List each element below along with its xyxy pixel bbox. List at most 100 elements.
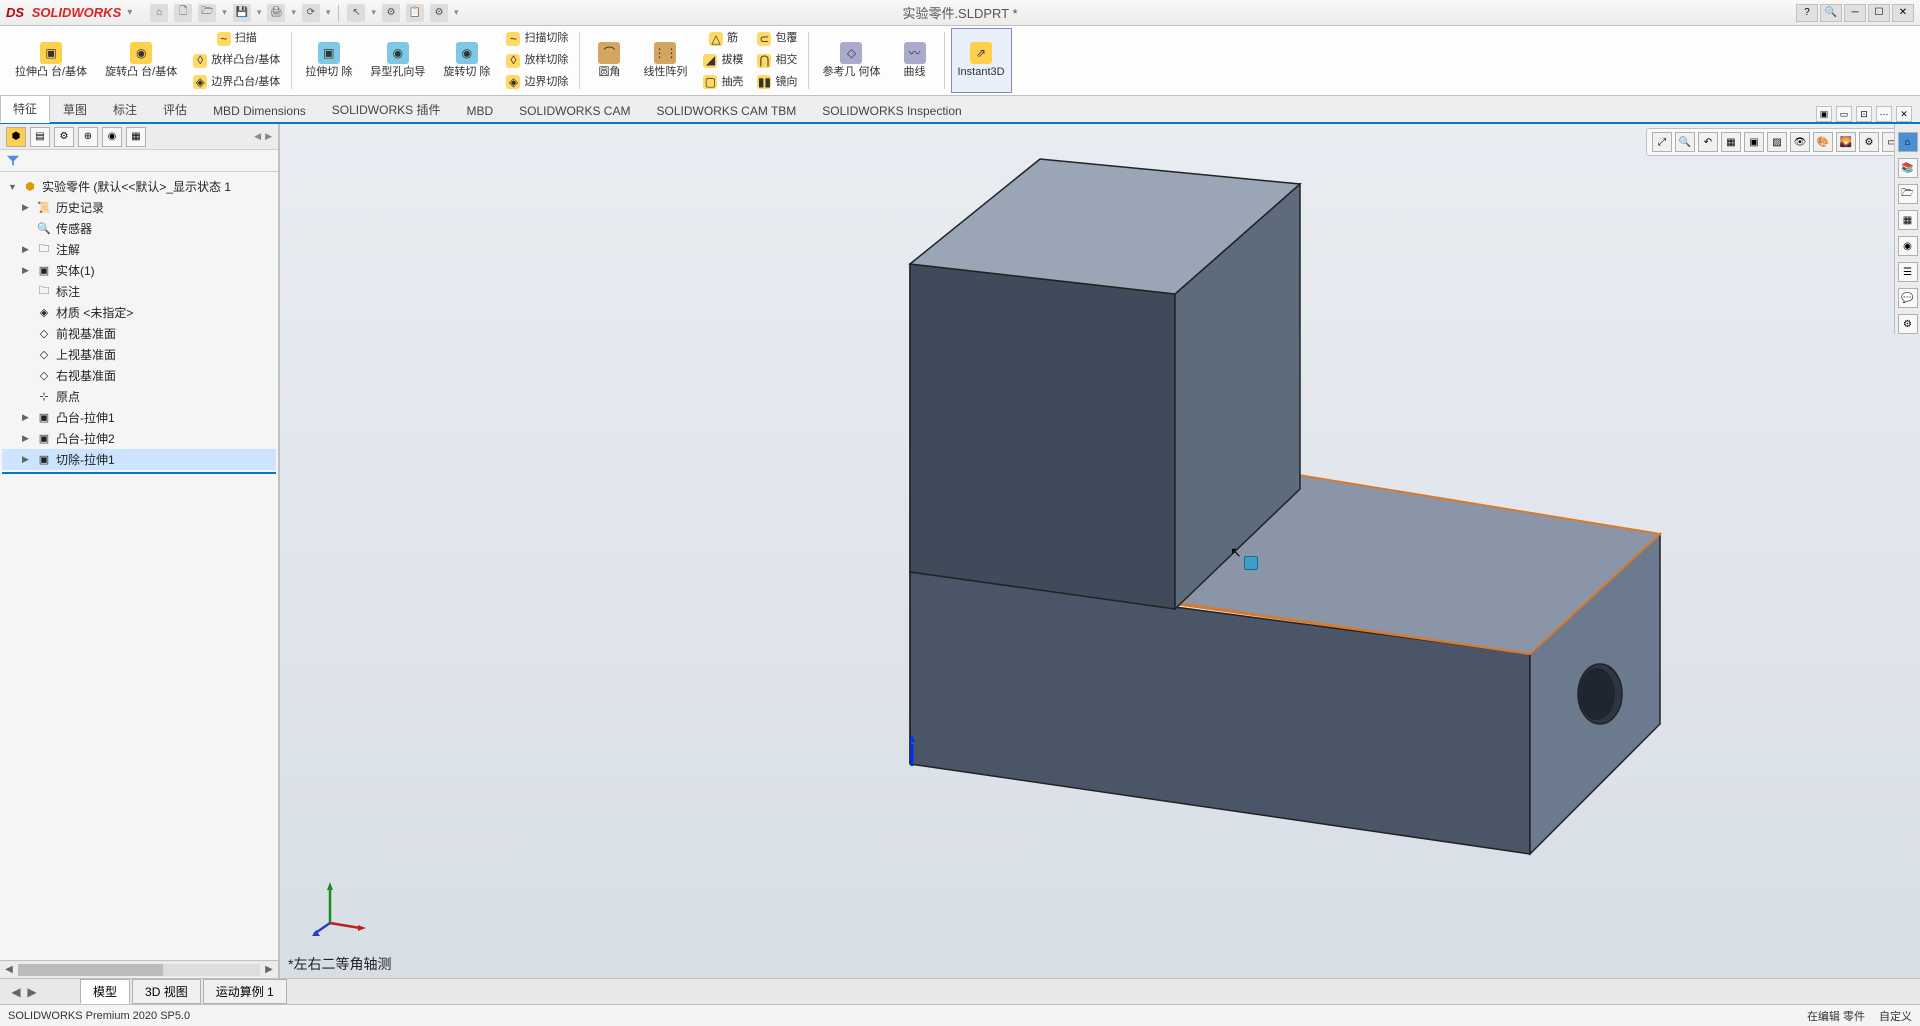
tree-item[interactable]: ▶🗀注解 xyxy=(2,239,276,260)
bottom-tab-model[interactable]: 模型 xyxy=(80,979,130,1004)
refgeo-button[interactable]: ◇参考几 何体 xyxy=(815,28,887,93)
tree-item[interactable]: ◇右视基准面 xyxy=(2,365,276,386)
tab-dimension[interactable]: 标注 xyxy=(100,96,150,122)
sweep-cut-button[interactable]: ~扫描切除 xyxy=(501,28,573,50)
tab-inspection[interactable]: SOLIDWORKS Inspection xyxy=(809,99,974,122)
tab-collapse-icon[interactable]: ▭ xyxy=(1836,106,1852,122)
edit-appearance-icon[interactable]: 🎨 xyxy=(1813,132,1833,152)
tree-item[interactable]: ▶▣凸台-拉伸2 xyxy=(2,428,276,449)
cam-tree-tab-icon[interactable]: ▦ xyxy=(126,127,146,147)
tab-sketch[interactable]: 草图 xyxy=(50,96,100,122)
view-orientation-icon[interactable]: ▣ xyxy=(1744,132,1764,152)
forum-icon[interactable]: 💬 xyxy=(1898,288,1918,308)
resources-tab-icon[interactable]: ⌂ xyxy=(1898,132,1918,152)
3d-model[interactable] xyxy=(600,154,1700,914)
tools-icon[interactable]: 📋 xyxy=(406,4,424,22)
tree-item[interactable]: ◈材质 <未指定> xyxy=(2,302,276,323)
zoom-fit-icon[interactable]: ⤢ xyxy=(1652,132,1672,152)
mirror-button[interactable]: ▮▮镜向 xyxy=(752,71,802,93)
tree-root[interactable]: ▼⬢ 实验零件 (默认<<默认>_显示状态 1 xyxy=(2,176,276,197)
hole-wizard-button[interactable]: ◉异型孔向导 xyxy=(363,28,432,93)
curves-button[interactable]: 〰曲线 xyxy=(892,28,938,93)
sidebar-scrollbar[interactable]: ◀ ▶ xyxy=(0,960,278,978)
tab-cam[interactable]: SOLIDWORKS CAM xyxy=(506,99,643,122)
file-explorer-icon[interactable]: 🗁 xyxy=(1898,184,1918,204)
fillet-button[interactable]: ⌒圆角 xyxy=(586,28,632,93)
loft-cut-button[interactable]: ◊放样切除 xyxy=(501,50,573,72)
appearances-icon[interactable]: ◉ xyxy=(1898,236,1918,256)
view-settings-icon[interactable]: ⚙ xyxy=(1859,132,1879,152)
tab-features[interactable]: 特征 xyxy=(0,95,50,123)
feature-tree[interactable]: ▼⬢ 实验零件 (默认<<默认>_显示状态 1 ▶📜历史记录🔍传感器▶🗀注解▶▣… xyxy=(0,172,278,960)
view-palette-icon[interactable]: ▦ xyxy=(1898,210,1918,230)
boundary-cut-button[interactable]: ◈边界切除 xyxy=(501,71,573,93)
rib-button[interactable]: △筋 xyxy=(698,28,748,50)
intersect-button[interactable]: ⋂相交 xyxy=(752,50,802,72)
tab-addins[interactable]: SOLIDWORKS 插件 xyxy=(319,96,454,122)
tree-item[interactable]: 🔍传感器 xyxy=(2,218,276,239)
feature-tree-tab-icon[interactable]: ⬢ xyxy=(6,127,26,147)
dropdown-icon[interactable]: ▾ xyxy=(127,7,132,18)
tree-item[interactable]: ◇上视基准面 xyxy=(2,344,276,365)
instant3d-button[interactable]: ⇗Instant3D xyxy=(951,28,1012,93)
zoom-area-icon[interactable]: 🔍 xyxy=(1675,132,1695,152)
sidebar-next-icon[interactable]: ▶ xyxy=(265,131,272,142)
scroll-left-icon[interactable]: ◀ xyxy=(0,964,18,975)
revolve-boss-button[interactable]: ◉旋转凸 台/基体 xyxy=(98,28,184,93)
tree-item[interactable]: ▶▣切除-拉伸1 xyxy=(2,449,276,470)
shell-button[interactable]: ▢抽壳 xyxy=(698,71,748,93)
scroll-right-icon[interactable]: ▶ xyxy=(260,964,278,975)
open-icon[interactable]: 🗁 xyxy=(198,4,216,22)
tree-item[interactable]: ⊹原点 xyxy=(2,386,276,407)
maximize-button[interactable]: ☐ xyxy=(1868,4,1890,22)
tab-mbd[interactable]: MBD xyxy=(453,99,506,122)
new-icon[interactable]: 🗋 xyxy=(174,4,192,22)
select-icon[interactable]: ↖ xyxy=(347,4,365,22)
orientation-triad[interactable] xyxy=(310,878,370,938)
bottom-tab-motion[interactable]: 运动算例 1 xyxy=(203,979,287,1004)
config-manager-tab-icon[interactable]: ⚙ xyxy=(54,127,74,147)
hide-show-icon[interactable]: 👁 xyxy=(1790,132,1810,152)
options-icon[interactable]: ⚙ xyxy=(382,4,400,22)
boss-extrude-button[interactable]: ▣拉伸凸 台/基体 xyxy=(8,28,94,93)
bottom-scroll-right-icon[interactable]: ▶ xyxy=(24,985,40,999)
cam-task-icon[interactable]: ⚙ xyxy=(1898,314,1918,334)
close-button[interactable]: ✕ xyxy=(1892,4,1914,22)
cut-extrude-button[interactable]: ▣拉伸切 除 xyxy=(298,28,359,93)
tree-item[interactable]: ▶▣实体(1) xyxy=(2,260,276,281)
tab-mbd-dimensions[interactable]: MBD Dimensions xyxy=(200,99,319,122)
tab-expand-icon[interactable]: ▣ xyxy=(1816,106,1832,122)
dimxpert-tab-icon[interactable]: ⊕ xyxy=(78,127,98,147)
tab-close-icon[interactable]: ✕ xyxy=(1896,106,1912,122)
sweep-button[interactable]: ~扫描 xyxy=(188,28,285,50)
custom-props-icon[interactable]: ☰ xyxy=(1898,262,1918,282)
property-manager-tab-icon[interactable]: ▤ xyxy=(30,127,50,147)
pattern-button[interactable]: ⋮⋮线性阵列 xyxy=(636,28,694,93)
help-icon[interactable]: ? xyxy=(1796,4,1818,22)
tab-restore-icon[interactable]: ⊡ xyxy=(1856,106,1872,122)
section-view-icon[interactable]: ▦ xyxy=(1721,132,1741,152)
tab-evaluate[interactable]: 评估 xyxy=(150,96,200,122)
filter-icon[interactable] xyxy=(6,154,20,168)
draft-button[interactable]: ◢拔模 xyxy=(698,50,748,72)
tree-item[interactable]: ▶📜历史记录 xyxy=(2,197,276,218)
save-icon[interactable]: 💾 xyxy=(233,4,251,22)
display-style-icon[interactable]: ▨ xyxy=(1767,132,1787,152)
apply-scene-icon[interactable]: 🌄 xyxy=(1836,132,1856,152)
design-library-icon[interactable]: 📚 xyxy=(1898,158,1918,178)
minimize-button[interactable]: ─ xyxy=(1844,4,1866,22)
display-manager-tab-icon[interactable]: ◉ xyxy=(102,127,122,147)
boundary-boss-button[interactable]: ◈边界凸台/基体 xyxy=(188,71,285,93)
tree-item[interactable]: ◇前视基准面 xyxy=(2,323,276,344)
revolve-cut-button[interactable]: ◉旋转切 除 xyxy=(436,28,497,93)
print-icon[interactable]: 🖨 xyxy=(267,4,285,22)
tab-more-icon[interactable]: ⋯ xyxy=(1876,106,1892,122)
bottom-tab-3dview[interactable]: 3D 视图 xyxy=(132,979,201,1004)
home-icon[interactable]: ⌂ xyxy=(150,4,168,22)
sidebar-prev-icon[interactable]: ◀ xyxy=(254,131,261,142)
search-icon[interactable]: 🔍 xyxy=(1820,4,1842,22)
tab-cam-tbm[interactable]: SOLIDWORKS CAM TBM xyxy=(643,99,809,122)
rebuild-icon[interactable]: ⟳ xyxy=(302,4,320,22)
wrap-button[interactable]: ⊂包覆 xyxy=(752,28,802,50)
loft-button[interactable]: ◊放样凸台/基体 xyxy=(188,50,285,72)
